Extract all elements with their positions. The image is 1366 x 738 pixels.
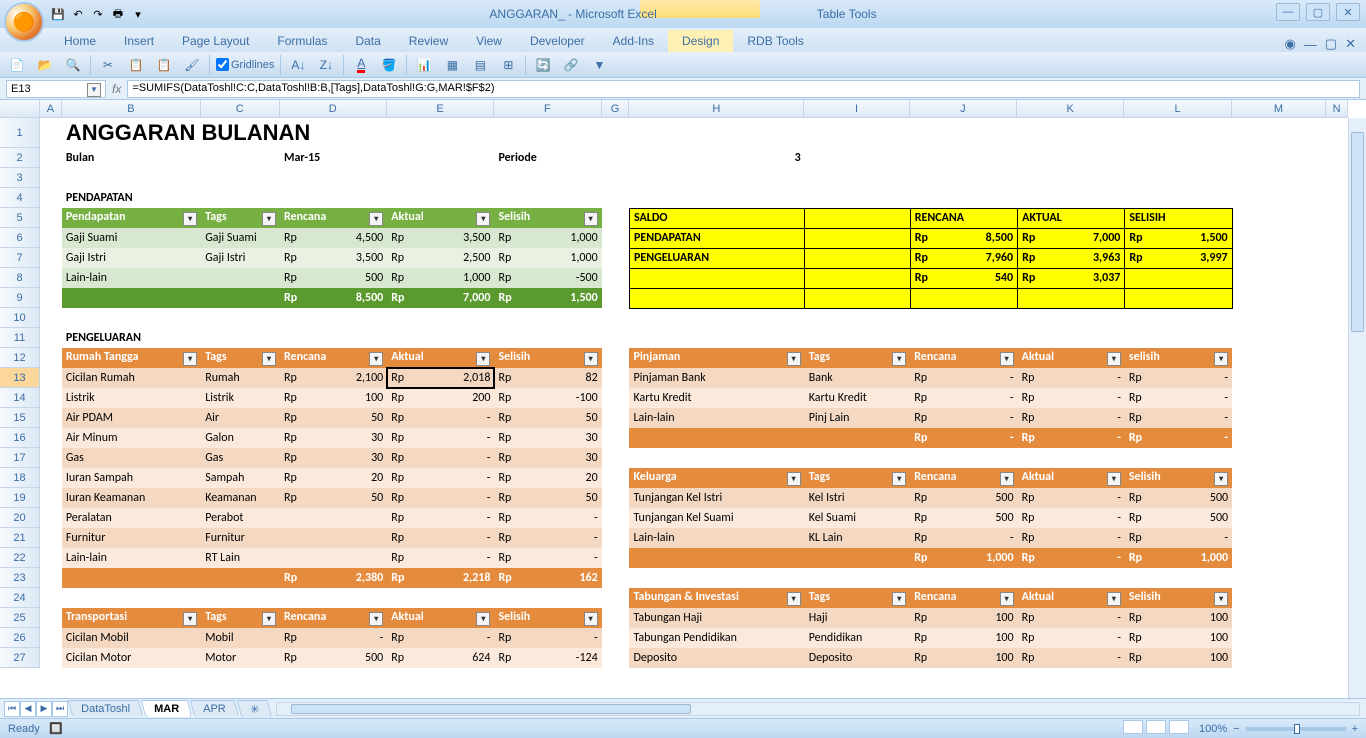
tab-view[interactable]: View: [462, 30, 516, 52]
formula-input[interactable]: =SUMIFS(DataToshl!C:C,DataToshl!B:B,[Tag…: [127, 80, 1360, 98]
tab-page-layout[interactable]: Page Layout: [168, 30, 263, 52]
titlebar: 🟠 💾 ↶ ↷ 🖶 ▾ ANGGARAN_ - Microsoft Excel …: [0, 0, 1366, 28]
view-break-icon[interactable]: [1169, 720, 1189, 734]
sheet-insert-icon[interactable]: ✳: [236, 700, 272, 718]
undo-icon[interactable]: ↶: [70, 6, 86, 22]
preview-icon[interactable]: 🔍: [62, 55, 84, 75]
table-icon[interactable]: ▦: [441, 55, 463, 75]
view-normal-icon[interactable]: [1123, 720, 1143, 734]
copy-icon[interactable]: 📋: [125, 55, 147, 75]
office-button[interactable]: 🟠: [4, 2, 44, 42]
formula-bar: E13▼ fx =SUMIFS(DataToshl!C:C,DataToshl!…: [0, 78, 1366, 100]
ribbon-tabs: Home Insert Page Layout Formulas Data Re…: [0, 28, 1366, 52]
sheet-tab-bar: ⏮ ◀ ▶ ⏭ DataToshl MAR APR ✳: [0, 698, 1366, 718]
maximize-button[interactable]: ▢: [1306, 3, 1330, 21]
minimize-button[interactable]: —: [1276, 3, 1300, 21]
tab-review[interactable]: Review: [395, 30, 462, 52]
pivot-icon[interactable]: ▤: [469, 55, 491, 75]
new-icon[interactable]: 📄: [6, 55, 28, 75]
tab-design[interactable]: Design: [668, 30, 733, 52]
status-ready: Ready 🔲: [8, 722, 63, 735]
name-box[interactable]: E13▼: [6, 80, 106, 98]
zoom-level[interactable]: 100%: [1199, 723, 1227, 735]
window-title: ANGGARAN_ - Microsoft Excel Table Tools: [489, 7, 876, 21]
help-icon[interactable]: ◉: [1284, 36, 1295, 52]
tab-formulas[interactable]: Formulas: [263, 30, 341, 52]
open-icon[interactable]: 📂: [34, 55, 56, 75]
select-all-button[interactable]: [0, 100, 40, 118]
chart-icon[interactable]: 📊: [413, 55, 435, 75]
horizontal-scrollbar[interactable]: [276, 702, 1360, 716]
sort-asc-icon[interactable]: A↓: [287, 55, 309, 75]
print-icon[interactable]: 🖶: [110, 6, 126, 22]
save-icon[interactable]: 💾: [50, 6, 66, 22]
filter-icon[interactable]: ▼: [588, 55, 610, 75]
spreadsheet-grid[interactable]: ABCDEFGHIJKLMN 1234567891011121314151617…: [0, 100, 1366, 698]
qat-more-icon[interactable]: ▾: [130, 6, 146, 22]
sheet-prev-icon[interactable]: ◀: [20, 701, 36, 717]
cells-area[interactable]: ANGGARAN BULANANBulanMar-15Periode3PENDA…: [40, 118, 1348, 698]
fill-color-icon[interactable]: 🪣: [378, 55, 400, 75]
fx-icon[interactable]: fx: [112, 82, 121, 96]
quick-access-toolbar: 💾 ↶ ↷ 🖶 ▾: [50, 6, 146, 22]
sheet-tab-datatoshl[interactable]: DataToshl: [68, 700, 143, 717]
row-headers[interactable]: 1234567891011121314151617181920212223242…: [0, 118, 40, 668]
tab-insert[interactable]: Insert: [110, 30, 168, 52]
vertical-scrollbar[interactable]: [1348, 118, 1366, 698]
sheet-last-icon[interactable]: ⏭: [52, 701, 68, 717]
gridlines-toggle[interactable]: Gridlines: [216, 58, 274, 71]
restore-ribbon-icon[interactable]: ▢: [1325, 36, 1337, 52]
status-bar: Ready 🔲 100% − +: [0, 718, 1366, 738]
format-painter-icon[interactable]: 🖌: [181, 55, 203, 75]
sheet-next-icon[interactable]: ▶: [36, 701, 52, 717]
sheet-first-icon[interactable]: ⏮: [4, 701, 20, 717]
column-headers[interactable]: ABCDEFGHIJKLMN: [40, 100, 1348, 118]
tab-data[interactable]: Data: [341, 30, 394, 52]
tab-home[interactable]: Home: [50, 30, 110, 52]
zoom-slider[interactable]: [1246, 727, 1346, 731]
font-color-icon[interactable]: A: [350, 55, 372, 75]
refresh-icon[interactable]: 🔄: [532, 55, 554, 75]
minimize-ribbon-icon[interactable]: —: [1304, 37, 1317, 52]
paste-icon[interactable]: 📋: [153, 55, 175, 75]
sheet-tab-mar[interactable]: MAR: [141, 700, 193, 717]
sheet-tab-apr[interactable]: APR: [190, 700, 239, 717]
cut-icon[interactable]: ✂: [97, 55, 119, 75]
redo-icon[interactable]: ↷: [90, 6, 106, 22]
sort-desc-icon[interactable]: Z↓: [315, 55, 337, 75]
view-layout-icon[interactable]: [1146, 720, 1166, 734]
tab-developer[interactable]: Developer: [516, 30, 599, 52]
tab-addins[interactable]: Add-Ins: [599, 30, 668, 52]
zoom-in-icon[interactable]: +: [1352, 723, 1358, 735]
close-workbook-icon[interactable]: ✕: [1345, 36, 1356, 52]
zoom-out-icon[interactable]: −: [1233, 723, 1239, 735]
close-button[interactable]: ✕: [1336, 3, 1360, 21]
tab-rdb[interactable]: RDB Tools: [733, 30, 817, 52]
ribbon-strip: 📄 📂 🔍 ✂ 📋 📋 🖌 Gridlines A↓ Z↓ A 🪣 📊 ▦ ▤ …: [0, 52, 1366, 78]
connections-icon[interactable]: 🔗: [560, 55, 582, 75]
borders-icon[interactable]: ⊞: [497, 55, 519, 75]
